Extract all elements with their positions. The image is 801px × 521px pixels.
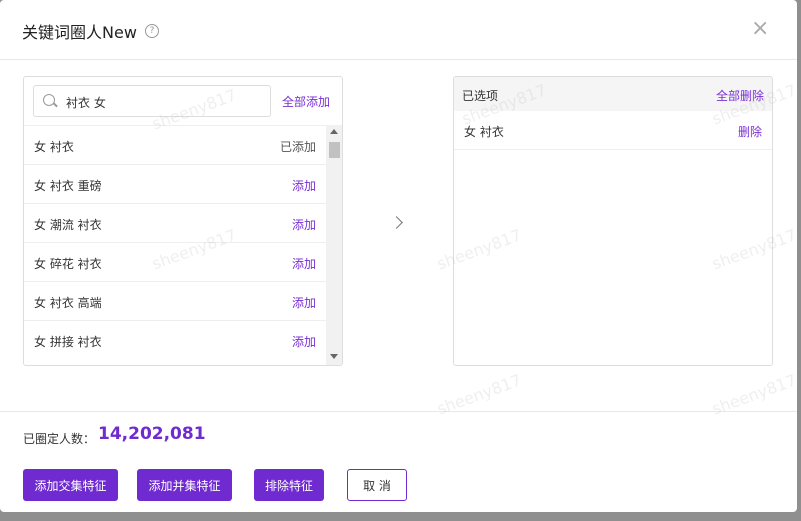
- search-icon: [43, 94, 55, 106]
- keyword-dialog: 关键词圈人New ? × 全部添加 女 衬衣 已添加 女 衬衣 重磅 添加 女 …: [0, 0, 797, 512]
- added-status: 已添加: [279, 140, 316, 154]
- keyword-label: 女 碎花 衬衣: [34, 257, 102, 271]
- scroll-up-icon[interactable]: [330, 129, 338, 134]
- audience-count-value: 14,202,081: [98, 424, 206, 444]
- search-box[interactable]: [33, 85, 271, 118]
- close-icon[interactable]: ×: [751, 18, 769, 40]
- delete-button[interactable]: 删除: [738, 123, 762, 140]
- add-button[interactable]: 添加: [292, 255, 316, 272]
- add-intersection-button[interactable]: 添加交集特征: [23, 469, 118, 501]
- list-item: 女 碎花 衬衣 添加: [24, 242, 326, 281]
- add-button[interactable]: 添加: [292, 294, 316, 311]
- keyword-label: 女 潮流 衬衣: [34, 218, 102, 232]
- scroll-down-icon[interactable]: [330, 354, 338, 359]
- add-button[interactable]: 添加: [292, 216, 316, 233]
- keyword-label: 女 衬衣: [34, 140, 74, 154]
- selected-panel-header: 已选项 全部删除: [454, 77, 772, 111]
- dialog-title: 关键词圈人New: [22, 23, 137, 42]
- add-button[interactable]: 添加: [292, 177, 316, 194]
- search-input[interactable]: [64, 86, 268, 118]
- list-item: 女 潮流 衬衣 添加: [24, 203, 326, 242]
- keyword-label: 女 衬衣 高端: [34, 296, 102, 310]
- add-all-button[interactable]: 全部添加: [282, 93, 330, 110]
- footer-divider: [0, 411, 797, 412]
- clear-all-button[interactable]: 全部删除: [716, 87, 764, 104]
- result-list: 女 衬衣 已添加 女 衬衣 重磅 添加 女 潮流 衬衣 添加 女 碎花 衬衣 添…: [24, 125, 326, 359]
- list-scrollbar[interactable]: [326, 125, 342, 365]
- search-panel: 全部添加 女 衬衣 已添加 女 衬衣 重磅 添加 女 潮流 衬衣 添加 女 碎花…: [23, 76, 343, 366]
- dialog-header: 关键词圈人New ? ×: [0, 0, 797, 60]
- list-item: 女 拼接 衬衣 添加: [24, 320, 326, 359]
- help-icon[interactable]: ?: [145, 24, 159, 38]
- add-button[interactable]: 添加: [292, 333, 316, 350]
- selected-panel: 已选项 全部删除 女 衬衣 删除: [453, 76, 773, 366]
- cancel-button[interactable]: 取 消: [347, 469, 407, 501]
- selected-item: 女 衬衣 删除: [454, 111, 772, 150]
- audience-count-label: 已圈定人数：: [23, 432, 96, 446]
- keyword-label: 女 拼接 衬衣: [34, 335, 102, 349]
- keyword-label: 女 衬衣 重磅: [34, 179, 102, 193]
- selected-panel-title: 已选项: [462, 89, 499, 103]
- scroll-thumb[interactable]: [329, 142, 340, 158]
- exclude-button[interactable]: 排除特征: [254, 469, 324, 501]
- list-item: 女 衬衣 高端 添加: [24, 281, 326, 320]
- list-item: 女 衬衣 已添加: [24, 125, 326, 164]
- chevron-right-icon: [390, 216, 403, 229]
- selected-keyword: 女 衬衣: [464, 125, 504, 139]
- list-item: 女 衬衣 重磅 添加: [24, 164, 326, 203]
- add-union-button[interactable]: 添加并集特征: [137, 469, 232, 501]
